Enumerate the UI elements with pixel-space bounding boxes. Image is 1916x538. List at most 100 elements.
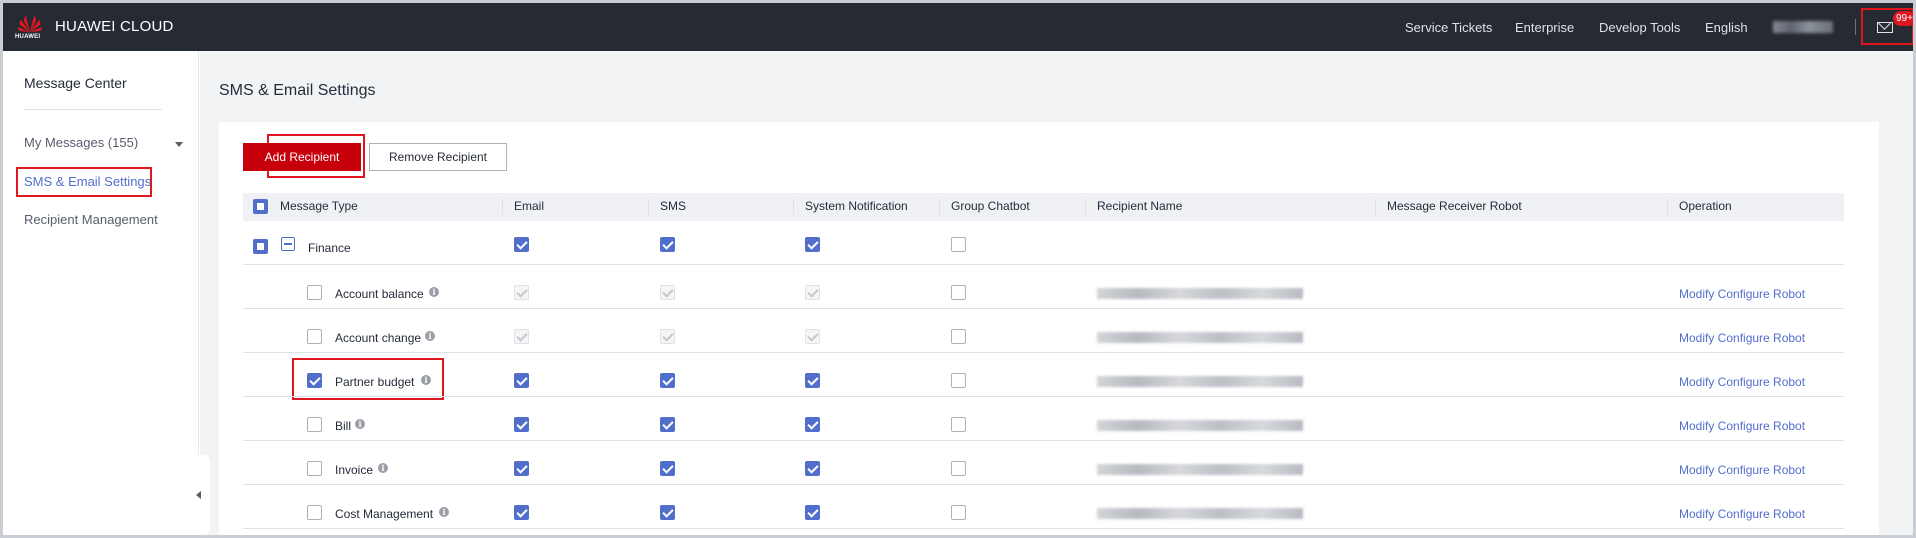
recipient-name-blurred	[1097, 376, 1303, 387]
recipient-name-blurred	[1097, 288, 1303, 299]
message-type-label: Account balance	[335, 287, 424, 301]
group-chatbot-checkbox[interactable]	[951, 505, 966, 520]
row-checkbox[interactable]	[307, 329, 322, 344]
email-checkbox[interactable]	[514, 237, 529, 252]
sms-checkbox[interactable]	[660, 373, 675, 388]
sms-checkbox	[660, 329, 675, 344]
col-divider	[1085, 199, 1086, 215]
row-checkbox[interactable]	[307, 505, 322, 520]
collapse-minus-icon[interactable]	[281, 237, 295, 251]
modify-configure-robot-link[interactable]: Modify Configure Robot	[1679, 287, 1805, 301]
col-divider	[1375, 199, 1376, 215]
table-row: Invoice i Modify Configure Robot	[243, 441, 1844, 485]
email-checkbox[interactable]	[514, 505, 529, 520]
col-group-chatbot: Group Chatbot	[951, 199, 1030, 213]
message-type-label: Invoice	[335, 463, 374, 477]
sidebar-divider	[24, 109, 162, 110]
page-title: SMS & Email Settings	[219, 82, 376, 99]
sms-checkbox[interactable]	[660, 417, 675, 432]
modify-configure-robot-link[interactable]: Modify Configure Robot	[1679, 507, 1805, 521]
sms-checkbox	[660, 285, 675, 300]
group-chatbot-checkbox[interactable]	[951, 285, 966, 300]
system-notification-checkbox[interactable]	[805, 461, 820, 476]
info-icon[interactable]: i	[355, 419, 365, 429]
sms-checkbox[interactable]	[660, 461, 675, 476]
sidebar-item-my-messages[interactable]: My Messages (155)	[24, 135, 138, 150]
group-checkbox[interactable]	[253, 239, 268, 254]
system-notification-checkbox	[805, 285, 820, 300]
info-icon[interactable]: i	[439, 507, 449, 517]
recipient-name-blurred	[1097, 464, 1303, 475]
row-checkbox[interactable]	[307, 373, 322, 388]
select-all-checkbox[interactable]	[253, 199, 268, 214]
modify-configure-robot-link[interactable]: Modify Configure Robot	[1679, 375, 1805, 389]
info-icon[interactable]: i	[425, 331, 435, 341]
table-row: Account change i Modify Configure Robot	[243, 309, 1844, 353]
table-row: Partner budget i Modify Configure Robot	[243, 353, 1844, 397]
nav-separator	[1855, 19, 1856, 35]
mail-badge: 99+	[1893, 11, 1913, 26]
table-group-row: Finance	[243, 221, 1844, 265]
remove-recipient-button[interactable]: Remove Recipient	[369, 143, 507, 171]
group-chatbot-checkbox[interactable]	[951, 417, 966, 432]
mail-icon[interactable]	[1877, 22, 1893, 33]
group-chatbot-checkbox[interactable]	[951, 373, 966, 388]
email-checkbox	[514, 329, 529, 344]
row-checkbox[interactable]	[307, 461, 322, 476]
col-message-type: Message Type	[280, 199, 358, 213]
email-checkbox[interactable]	[514, 417, 529, 432]
group-chatbot-checkbox[interactable]	[951, 329, 966, 344]
col-operation: Operation	[1679, 199, 1732, 213]
email-checkbox	[514, 285, 529, 300]
nav-username-blurred[interactable]	[1773, 21, 1833, 33]
logo-subtext: HUAWEI	[15, 34, 41, 40]
system-notification-checkbox[interactable]	[805, 417, 820, 432]
system-notification-checkbox[interactable]	[805, 237, 820, 252]
collapse-left-icon[interactable]	[190, 455, 210, 535]
nav-enterprise[interactable]: Enterprise	[1515, 20, 1574, 35]
col-divider	[793, 199, 794, 215]
modify-configure-robot-link[interactable]: Modify Configure Robot	[1679, 463, 1805, 477]
sidebar: Message Center My Messages (155) SMS & E…	[3, 51, 199, 535]
email-checkbox[interactable]	[514, 373, 529, 388]
brand-name[interactable]: HUAWEI CLOUD	[55, 18, 174, 35]
message-type-label: Cost Management	[335, 507, 434, 521]
info-icon[interactable]: i	[429, 287, 439, 297]
message-type-label: Partner budget	[335, 375, 415, 389]
info-icon[interactable]: i	[421, 375, 431, 385]
recipient-name-blurred	[1097, 332, 1303, 343]
system-notification-checkbox[interactable]	[805, 373, 820, 388]
col-divider	[1667, 199, 1668, 215]
recipient-name-blurred	[1097, 508, 1303, 519]
group-chatbot-checkbox[interactable]	[951, 237, 966, 252]
sms-checkbox[interactable]	[660, 237, 675, 252]
modify-configure-robot-link[interactable]: Modify Configure Robot	[1679, 331, 1805, 345]
sms-checkbox[interactable]	[660, 505, 675, 520]
system-notification-checkbox	[805, 329, 820, 344]
modify-configure-robot-link[interactable]: Modify Configure Robot	[1679, 419, 1805, 433]
table-header: Message Type Email SMS System Notificati…	[243, 193, 1844, 221]
group-chatbot-checkbox[interactable]	[951, 461, 966, 476]
col-divider	[648, 199, 649, 215]
col-divider	[502, 199, 503, 215]
email-checkbox[interactable]	[514, 461, 529, 476]
row-checkbox[interactable]	[307, 285, 322, 300]
sidebar-item-recipient-management[interactable]: Recipient Management	[24, 212, 158, 227]
top-nav-bar: HUAWEI HUAWEI CLOUD Service Tickets Ente…	[3, 3, 1913, 51]
system-notification-checkbox[interactable]	[805, 505, 820, 520]
recipient-name-blurred	[1097, 420, 1303, 431]
col-recipient-name: Recipient Name	[1097, 199, 1183, 213]
add-recipient-button[interactable]: Add Recipient	[243, 143, 361, 171]
nav-develop-tools[interactable]: Develop Tools	[1599, 20, 1680, 35]
sidebar-item-sms-email-settings[interactable]: SMS & Email Settings	[24, 174, 151, 189]
col-system-notification: System Notification	[805, 199, 908, 213]
nav-language[interactable]: English	[1705, 20, 1748, 35]
row-checkbox[interactable]	[307, 417, 322, 432]
col-message-receiver-robot: Message Receiver Robot	[1387, 199, 1522, 213]
table-row: Account balance i Modify Configure Robot	[243, 265, 1844, 309]
sidebar-title: Message Center	[24, 75, 127, 91]
info-icon[interactable]: i	[378, 463, 388, 473]
caret-down-icon[interactable]	[175, 142, 183, 147]
col-sms: SMS	[660, 199, 687, 213]
nav-service-tickets[interactable]: Service Tickets	[1405, 20, 1492, 35]
